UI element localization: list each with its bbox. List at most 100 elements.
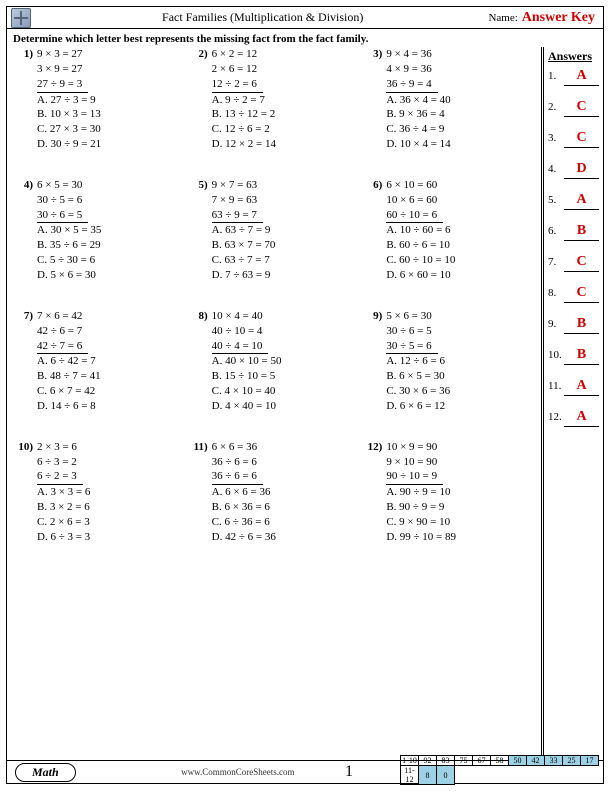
math-badge: Math (15, 763, 76, 782)
answer-number: 5. (548, 194, 564, 206)
score-cell: 83 (437, 756, 455, 766)
choice-line: C. 6 ÷ 36 = 6 (212, 515, 276, 530)
fact-line: 36 ÷ 6 = 6 (212, 469, 263, 485)
problem-number: 3) (362, 47, 382, 62)
fact-line: 27 ÷ 9 = 3 (37, 77, 88, 93)
answer-value: B (564, 223, 599, 241)
fact-line: 40 ÷ 10 = 4 (212, 324, 282, 339)
choice-line: B. 15 ÷ 10 = 5 (212, 369, 282, 384)
answers-list: 1.A2.C3.C4.D5.A6.B7.C8.C9.B10.B11.A12.A (548, 68, 599, 427)
fact-line: 90 ÷ 10 = 9 (386, 469, 443, 485)
answer-row: 6.B (548, 223, 599, 241)
fact-line: 30 ÷ 5 = 6 (37, 193, 101, 208)
answer-row: 12.A (548, 409, 599, 427)
answer-value: A (564, 378, 599, 396)
choice-line: B. 48 ÷ 7 = 41 (37, 369, 101, 384)
answer-value: C (564, 130, 599, 148)
instructions-text: Determine which letter best represents t… (7, 29, 603, 49)
fact-line: 40 ÷ 4 = 10 (212, 339, 269, 355)
answer-number: 4. (548, 163, 564, 175)
choice-line: D. 14 ÷ 6 = 8 (37, 399, 101, 414)
choice-line: A. 63 ÷ 7 = 9 (212, 223, 276, 238)
worksheet-title: Fact Families (Multiplication & Division… (37, 10, 488, 25)
choice-line: A. 12 ÷ 6 = 6 (386, 354, 450, 369)
score-cell: 75 (455, 756, 473, 766)
score-grid: 1-1092837567585042332517 11-1280 (400, 755, 599, 785)
choice-line: C. 63 ÷ 7 = 7 (212, 253, 276, 268)
problem: 9)5 × 6 = 3030 ÷ 6 = 530 ÷ 5 = 6A. 12 ÷ … (362, 309, 537, 414)
problems-column: 1)9 × 3 = 273 × 9 = 2727 ÷ 9 = 3A. 27 ÷ … (7, 47, 541, 761)
choice-line: B. 13 ÷ 12 = 2 (212, 107, 276, 122)
problem-number: 2) (188, 47, 208, 62)
problem-body: 6 × 10 = 6010 × 6 = 6060 ÷ 10 = 6A. 10 ÷… (386, 178, 455, 283)
score-cell: 92 (419, 756, 437, 766)
score-cell: 17 (581, 756, 599, 766)
answer-row: 10.B (548, 347, 599, 365)
answer-value: B (564, 316, 599, 334)
answer-number: 8. (548, 287, 564, 299)
answers-column: Answers 1.A2.C3.C4.D5.A6.B7.C8.C9.B10.B1… (541, 47, 603, 761)
choice-line: D. 6 × 60 = 10 (386, 268, 455, 283)
answers-heading: Answers (548, 49, 599, 64)
fact-line: 3 × 9 = 27 (37, 62, 101, 77)
worksheet-page: Fact Families (Multiplication & Division… (6, 6, 604, 784)
fact-line: 6 × 5 = 30 (37, 178, 101, 193)
fact-line: 10 × 6 = 60 (386, 193, 455, 208)
score-cell: 33 (545, 756, 563, 766)
fact-line: 6 × 10 = 60 (386, 178, 455, 193)
choice-line: D. 42 ÷ 6 = 36 (212, 530, 276, 545)
answer-value: C (564, 99, 599, 117)
choice-line: B. 60 ÷ 6 = 10 (386, 238, 455, 253)
page-number: 1 (345, 763, 353, 781)
choice-line: D. 6 × 6 = 12 (386, 399, 450, 414)
fact-line: 9 × 7 = 63 (212, 178, 276, 193)
problem-grid: 1)9 × 3 = 273 × 9 = 2727 ÷ 9 = 3A. 27 ÷ … (13, 47, 541, 545)
choice-line: B. 9 × 36 = 4 (386, 107, 450, 122)
problem-number: 10) (13, 440, 33, 455)
answer-number: 7. (548, 256, 564, 268)
fact-line: 30 ÷ 5 = 6 (386, 339, 437, 355)
answer-value: A (564, 409, 599, 427)
answer-number: 3. (548, 132, 564, 144)
choice-line: C. 9 × 90 = 10 (386, 515, 456, 530)
score-cell: 25 (563, 756, 581, 766)
choice-line: D. 30 ÷ 9 = 21 (37, 137, 101, 152)
fact-line: 30 ÷ 6 = 5 (386, 324, 450, 339)
problem: 11)6 × 6 = 3636 ÷ 6 = 636 ÷ 6 = 6A. 6 × … (188, 440, 363, 545)
fact-line: 60 ÷ 10 = 6 (386, 208, 443, 224)
answer-row: 1.A (548, 68, 599, 86)
problem: 5)9 × 7 = 637 × 9 = 6363 ÷ 9 = 7A. 63 ÷ … (188, 178, 363, 283)
choice-line: C. 2 × 6 = 3 (37, 515, 90, 530)
fact-line: 6 × 2 = 12 (212, 47, 276, 62)
fact-line: 6 × 6 = 36 (212, 440, 276, 455)
fact-line: 42 ÷ 7 = 6 (37, 339, 88, 355)
choice-line: A. 36 × 4 = 40 (386, 93, 450, 108)
problem: 2) 6 × 2 = 122 × 6 = 1212 ÷ 2 = 6A. 9 ÷ 2… (188, 47, 363, 152)
content-area: 1)9 × 3 = 273 × 9 = 2727 ÷ 9 = 3A. 27 ÷ … (7, 47, 603, 761)
choice-line: D. 7 ÷ 63 = 9 (212, 268, 276, 283)
fact-line: 9 × 10 = 90 (386, 455, 456, 470)
problem-body: 2 × 3 = 66 ÷ 3 = 26 ÷ 2 = 3A. 3 × 3 = 6B… (37, 440, 90, 545)
problem-body: 6 × 2 = 122 × 6 = 1212 ÷ 2 = 6A. 9 ÷ 2 =… (212, 47, 276, 152)
answer-row: 8.C (548, 285, 599, 303)
choice-line: C. 6 × 7 = 42 (37, 384, 101, 399)
choice-line: D. 99 ÷ 10 = 89 (386, 530, 456, 545)
answer-row: 4.D (548, 161, 599, 179)
choice-line: A. 30 × 5 = 35 (37, 223, 101, 238)
answer-value: C (564, 254, 599, 272)
answer-number: 10. (548, 349, 564, 361)
answer-row: 11.A (548, 378, 599, 396)
problem-body: 6 × 5 = 3030 ÷ 5 = 630 ÷ 6 = 5A. 30 × 5 … (37, 178, 101, 283)
problem: 12)10 × 9 = 909 × 10 = 9090 ÷ 10 = 9A. 9… (362, 440, 537, 545)
answer-number: 6. (548, 225, 564, 237)
choice-line: A. 6 ÷ 42 = 7 (37, 354, 101, 369)
fact-line: 7 × 6 = 42 (37, 309, 101, 324)
problem-number: 5) (188, 178, 208, 193)
problem-number: 6) (362, 178, 382, 193)
fact-line: 36 ÷ 9 = 4 (386, 77, 437, 93)
problem-body: 10 × 9 = 909 × 10 = 9090 ÷ 10 = 9A. 90 ÷… (386, 440, 456, 545)
problem: 6) 6 × 10 = 6010 × 6 = 6060 ÷ 10 = 6A. 10… (362, 178, 537, 283)
fact-line: 6 ÷ 3 = 2 (37, 455, 90, 470)
answer-row: 9.B (548, 316, 599, 334)
score-cell: 67 (473, 756, 491, 766)
